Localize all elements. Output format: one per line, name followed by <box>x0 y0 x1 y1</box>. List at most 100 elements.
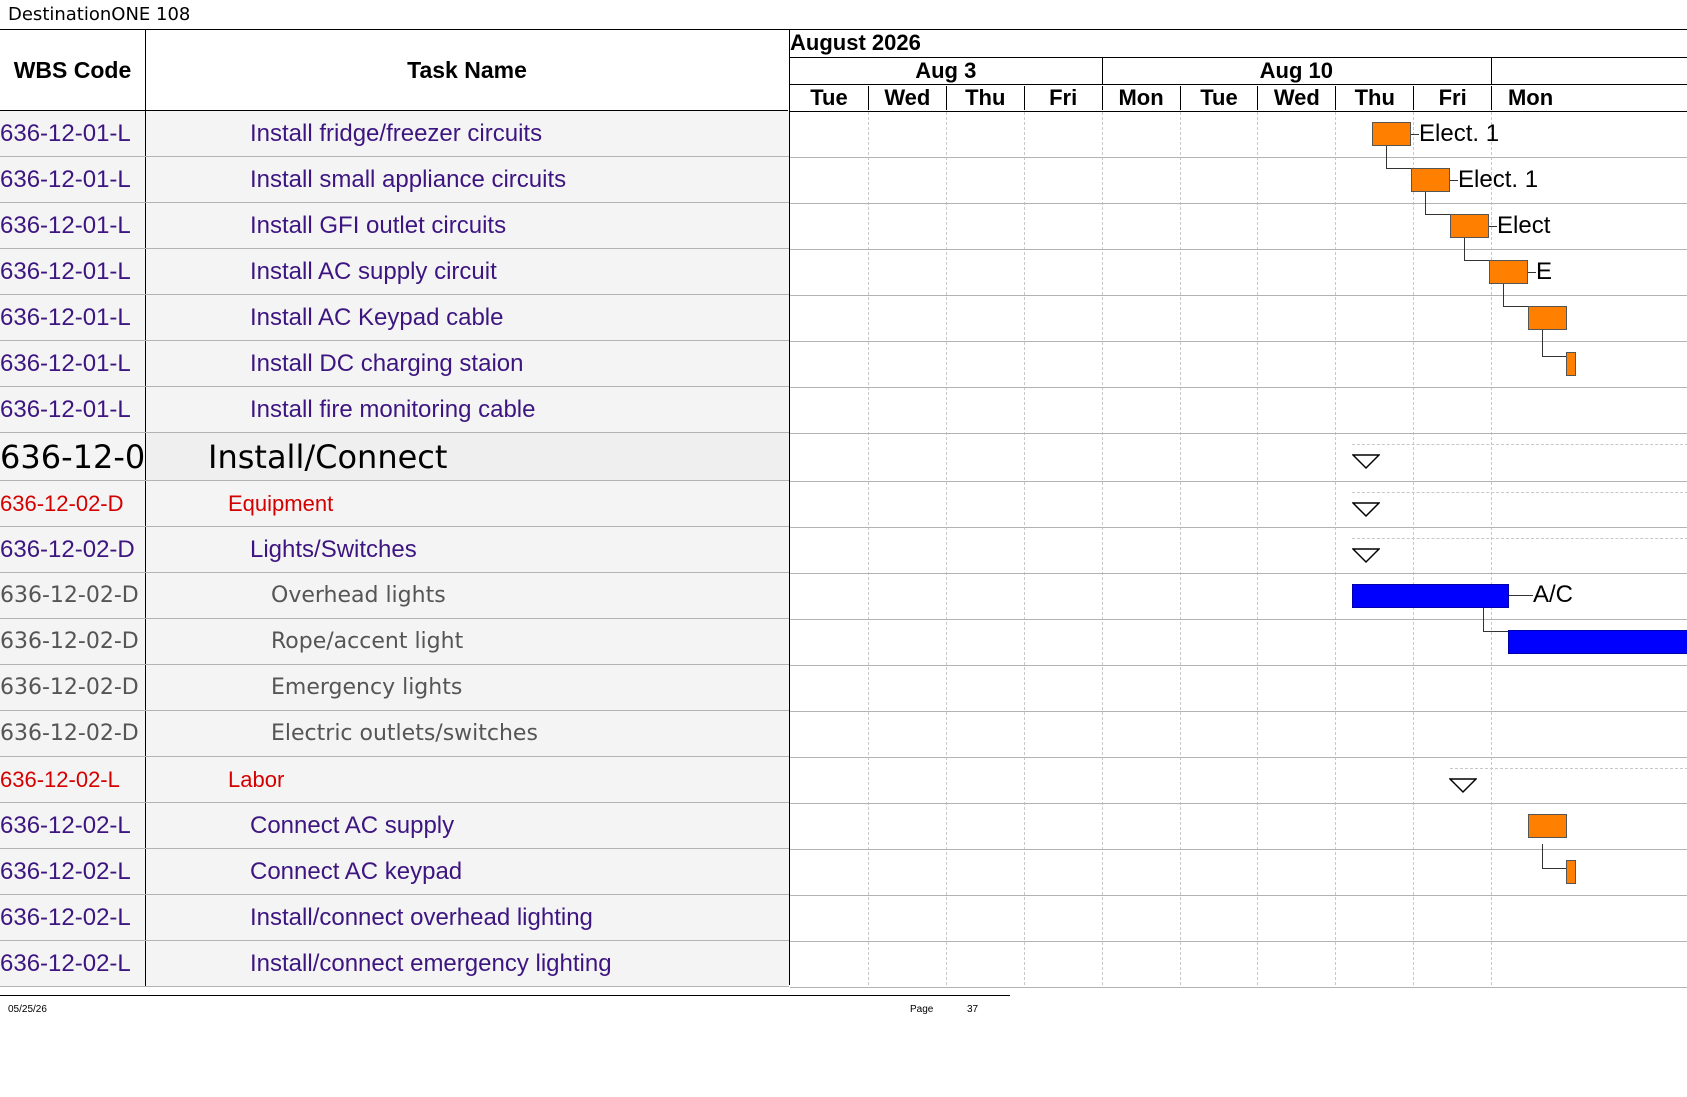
table-row[interactable]: 636-12-02-D C Emergency lights <box>0 665 789 711</box>
table-row[interactable]: 636-12-02-L Install/connect overhead ligh… <box>0 895 789 941</box>
day-gridline <box>1257 112 1259 985</box>
task-name-cell: Lights/Switches <box>250 535 417 563</box>
task-bar[interactable] <box>1508 630 1687 654</box>
row-gridline <box>790 573 1687 574</box>
table-row[interactable]: 636-12-02-D Equipment <box>0 481 789 527</box>
task-name-cell: Install AC supply circuit <box>250 257 497 285</box>
wbs-code-cell: 636-12-01-L <box>0 203 146 248</box>
table-row[interactable]: 636-12-02-L Connect AC supply <box>0 803 789 849</box>
day-gridline <box>1179 112 1181 985</box>
row-gridline <box>790 157 1687 158</box>
row-gridline <box>790 711 1687 712</box>
wbs-code-cell: 636-12-02-L <box>0 895 146 940</box>
row-gridline <box>790 665 1687 666</box>
task-name-cell: Install fire monitoring cable <box>250 395 536 423</box>
task-bar[interactable] <box>1528 306 1567 330</box>
day-gridline <box>867 112 869 985</box>
table-row[interactable]: 636-12-01-L Install GFI outlet circuits <box>0 203 789 249</box>
task-bar[interactable] <box>1450 214 1489 238</box>
task-table: WBS Code Task Name 636-12-01-L Install fr… <box>0 29 789 987</box>
task-bar[interactable] <box>1566 352 1576 376</box>
day-gridline <box>1491 112 1493 985</box>
row-gridline <box>790 295 1687 296</box>
dependency-line <box>1528 272 1536 273</box>
dependency-connector <box>1542 844 1569 869</box>
task-name-cell: Install/Connect <box>146 433 789 480</box>
day-label: Mon <box>1101 86 1180 110</box>
day-label: Wed <box>1257 86 1335 110</box>
day-label: Thu <box>1335 86 1413 110</box>
table-row[interactable]: 636-12-01-L Install DC charging staion <box>0 341 789 387</box>
summary-span <box>1352 444 1687 445</box>
table-row[interactable]: 636-12-02-L Install/connect emergency lig… <box>0 941 789 987</box>
task-bar[interactable] <box>1528 814 1567 838</box>
table-row[interactable]: 636-12-01-L Install small appliance circu… <box>0 157 789 203</box>
row-gridline <box>790 757 1687 758</box>
day-label: Fri <box>1413 86 1491 110</box>
task-name-cell: Labor <box>228 766 285 792</box>
table-row[interactable]: 636-12-02-D C Overhead lights <box>0 573 789 619</box>
task-name-cell: Electric outlets/switches <box>271 721 538 746</box>
row-gridline <box>790 941 1687 942</box>
day-gridline <box>1023 112 1025 985</box>
wbs-code-cell: 636-12-02-D C <box>0 573 146 618</box>
wbs-code-cell: 636-12-02-D C <box>0 711 146 756</box>
table-row[interactable]: 636-12-02-D C Electric outlets/switches <box>0 711 789 757</box>
table-row[interactable]: 636-12-02-D Lights/Switches <box>0 527 789 573</box>
header-divider <box>790 111 1687 112</box>
row-gridline <box>790 387 1687 388</box>
table-row[interactable]: 636-12-01-L Install AC Keypad cable <box>0 295 789 341</box>
table-row[interactable]: 636-12-01-L Install AC supply circuit <box>0 249 789 295</box>
row-gridline <box>790 433 1687 434</box>
bar-label: Elect <box>1497 212 1551 239</box>
table-row[interactable]: 636-12-02-L Connect AC keypad <box>0 849 789 895</box>
wbs-code-cell: 636-12-02-L <box>0 849 146 894</box>
row-gridline <box>790 987 1687 988</box>
row-gridline <box>790 527 1687 528</box>
dependency-connector <box>1503 284 1529 307</box>
task-bar[interactable] <box>1411 168 1450 192</box>
bar-label: Elect. 1 <box>1458 166 1539 193</box>
dependency-connector <box>1464 238 1490 261</box>
document-title: DestinationONE 108 <box>8 4 191 25</box>
day-label: Wed <box>867 86 946 110</box>
day-gridline <box>945 112 947 985</box>
table-row[interactable]: 636-12-02Install/Connect <box>0 433 789 481</box>
gantt-chart: August 2026 Aug 3 Aug 10 Tue Wed Thu Fri Mon Tu… <box>789 29 1687 988</box>
wbs-code-cell: 636-12-02-D C <box>0 665 146 710</box>
row-gridline <box>790 803 1687 804</box>
wbs-code-column-header[interactable]: WBS Code <box>0 30 146 111</box>
table-row[interactable]: 636-12-02-D C Rope/accent light <box>0 619 789 665</box>
task-name-column-header[interactable]: Task Name <box>146 30 788 111</box>
wbs-code-cell: 636-12-02-L <box>0 803 146 848</box>
table-row[interactable]: 636-12-01-L Install fire monitoring cable <box>0 387 789 433</box>
task-bar[interactable] <box>1372 122 1411 146</box>
wbs-code-cell: 636-12-01-L <box>0 249 146 294</box>
task-name-cell: Emergency lights <box>271 675 463 700</box>
table-row[interactable]: 636-12-02-L Labor <box>0 757 789 803</box>
task-bar[interactable] <box>1566 860 1576 884</box>
table-row[interactable]: 636-12-01-L Install fridge/freezer circui… <box>0 111 789 157</box>
week-label: Aug 10 <box>1259 58 1334 83</box>
dependency-line <box>1411 134 1419 135</box>
dependency-line <box>1509 595 1533 596</box>
wbs-code-cell: 636-12-02-L <box>0 757 146 802</box>
bar-label: E <box>1536 258 1553 285</box>
wbs-code-cell: 636-12-02 <box>0 433 146 480</box>
task-name-cell: Install DC charging staion <box>250 349 524 377</box>
dependency-connector <box>1386 146 1412 169</box>
month-label: August 2026 <box>790 30 921 55</box>
task-bar[interactable] <box>1489 260 1528 284</box>
task-name-cell: Install/connect overhead lighting <box>250 903 593 931</box>
task-name-cell: Install small appliance circuits <box>250 165 567 193</box>
wbs-code-cell: 636-12-02-L <box>0 941 146 986</box>
week-separator <box>1101 57 1103 84</box>
bar-label: A/C <box>1533 581 1574 608</box>
task-name-cell: Connect AC supply <box>250 811 455 839</box>
day-label: Mon <box>1491 86 1569 110</box>
task-name-cell: Install fridge/freezer circuits <box>250 119 543 147</box>
wbs-code-cell: 636-12-01-L <box>0 387 146 432</box>
task-bar[interactable] <box>1352 584 1509 608</box>
row-gridline <box>790 619 1687 620</box>
day-label: Fri <box>1023 86 1102 110</box>
